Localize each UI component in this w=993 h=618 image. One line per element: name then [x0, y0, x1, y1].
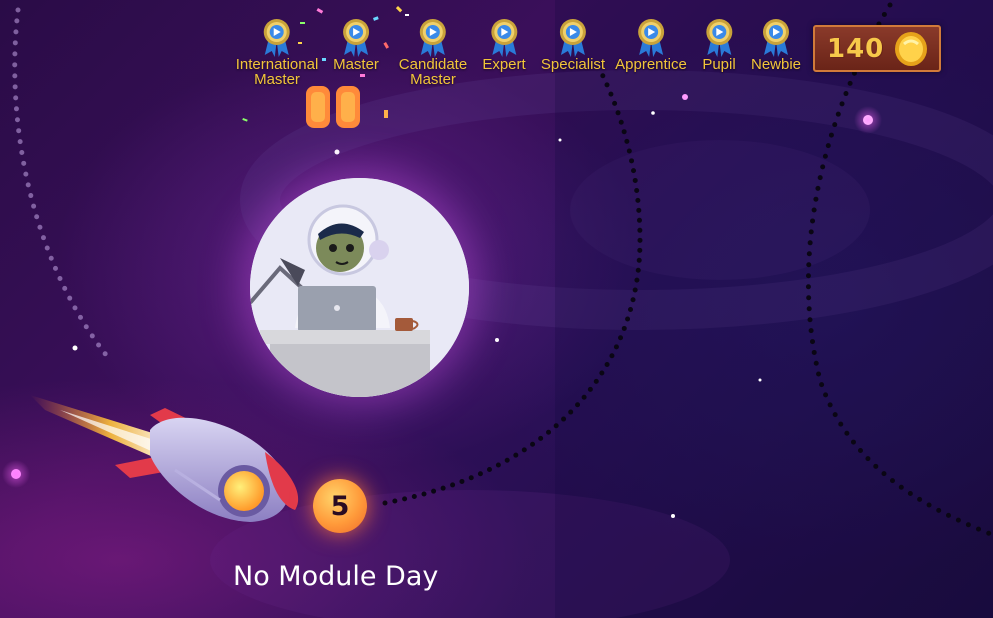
rank-badge[interactable]: Specialist [541, 17, 605, 72]
rank-badge[interactable]: Expert [482, 17, 526, 73]
day-node[interactable]: 5 [313, 479, 367, 533]
day-number: 5 [330, 490, 350, 522]
astronaut-avatar-icon[interactable] [250, 178, 469, 397]
medal-ribbon-icon [264, 19, 290, 57]
rank-badge[interactable]: Candidate Master [399, 17, 467, 87]
medal-ribbon-icon [343, 19, 369, 57]
astronaut-illustration [250, 178, 469, 397]
badge-label: Specialist [540, 56, 606, 73]
medal-ribbon-icon [705, 19, 732, 57]
badge-label: Master [333, 56, 379, 73]
badge-label: Candidate Master [398, 56, 468, 88]
coin-counter[interactable]: 140 [813, 25, 941, 72]
badge-label: Expert [482, 56, 526, 73]
badge-label: Apprentice [615, 56, 687, 73]
rank-badge[interactable]: Newbie [751, 17, 801, 72]
medal-ribbon-icon [559, 19, 586, 57]
rank-badge[interactable]: Apprentice [615, 17, 687, 72]
rank-badge[interactable]: International Master [235, 17, 319, 88]
day-label: No Module Day [233, 561, 439, 592]
rocket-icon [30, 395, 299, 522]
medal-ribbon-icon [763, 19, 789, 57]
space-background [2, 0, 993, 618]
badge-label: Newbie [750, 56, 802, 73]
rank-badge[interactable]: Master [333, 17, 379, 72]
badge-label: Pupil [702, 56, 736, 73]
gold-coin-icon [895, 32, 927, 66]
medal-ribbon-icon [490, 19, 517, 57]
badge-label: International Master [235, 56, 319, 88]
medal-ribbon-icon [419, 19, 446, 57]
coin-count: 140 [827, 33, 885, 64]
rank-badge[interactable]: Pupil [702, 17, 736, 73]
medal-ribbon-icon [638, 19, 664, 57]
